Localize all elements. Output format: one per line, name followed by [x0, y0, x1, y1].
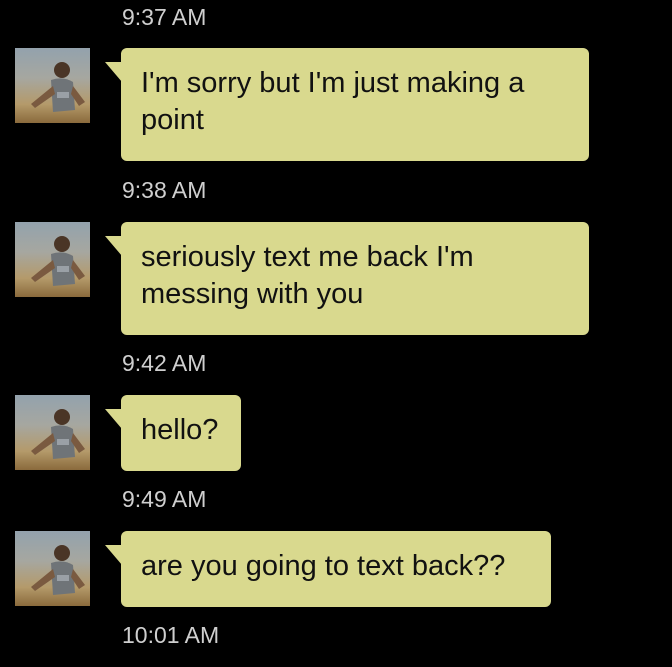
message-text: seriously text me back I'm messing with … [141, 241, 474, 310]
person-avatar-icon [31, 236, 85, 286]
contact-avatar[interactable] [15, 531, 90, 606]
message-bubble[interactable]: I'm sorry but I'm just making a point [105, 48, 589, 161]
message-text: I'm sorry but I'm just making a point [141, 67, 525, 136]
message-text: hello? [141, 414, 219, 446]
contact-avatar[interactable] [15, 395, 90, 470]
message-bubble[interactable]: are you going to text back?? [105, 531, 551, 607]
timestamp: 9:38 AM [122, 177, 207, 203]
person-avatar-icon [31, 62, 85, 112]
person-avatar-icon [31, 545, 85, 595]
timestamp: 9:49 AM [122, 486, 207, 512]
contact-avatar[interactable] [15, 48, 90, 123]
person-avatar-icon [31, 409, 85, 459]
timestamp: 9:42 AM [122, 350, 207, 376]
contact-avatar[interactable] [15, 222, 90, 297]
message-bubble[interactable]: hello? [105, 395, 241, 471]
timestamp: 9:37 AM [122, 4, 207, 30]
timestamp: 10:01 AM [122, 622, 220, 648]
message-text: are you going to text back?? [141, 550, 506, 582]
message-bubble[interactable]: seriously text me back I'm messing with … [105, 222, 589, 335]
